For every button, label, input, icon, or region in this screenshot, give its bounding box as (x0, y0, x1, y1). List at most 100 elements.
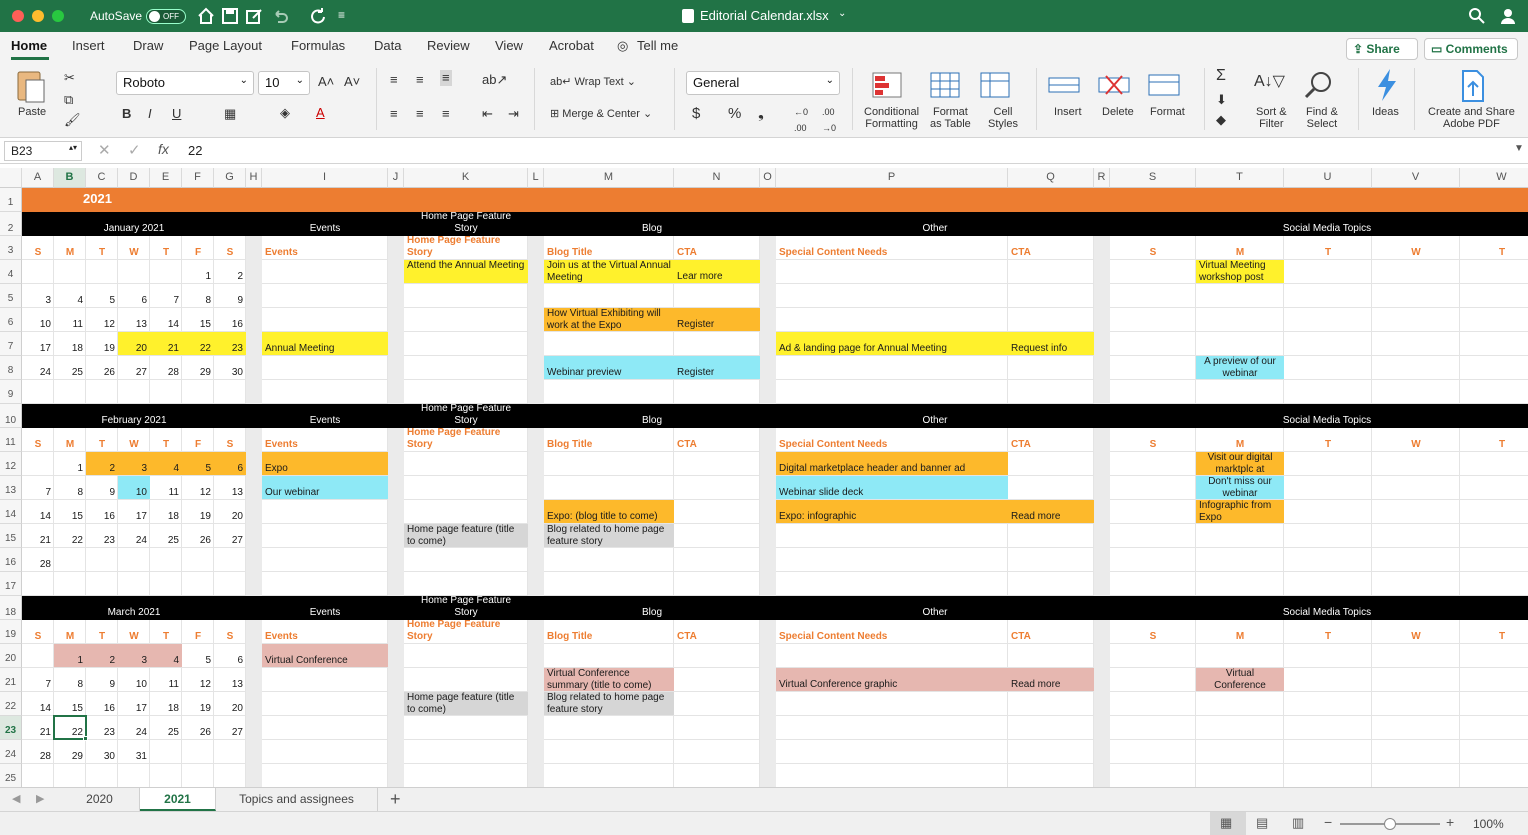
column-header[interactable]: E (150, 168, 182, 188)
calendar-day[interactable]: 26 (182, 727, 214, 739)
bold-icon[interactable]: B (122, 106, 131, 122)
conditional-formatting-icon[interactable] (872, 72, 902, 98)
calendar-day[interactable]: 2 (86, 463, 118, 475)
delete-cells-icon[interactable] (1098, 72, 1130, 98)
minimize-window-button[interactable] (32, 10, 44, 22)
calendar-day[interactable]: 9 (86, 679, 118, 691)
calendar-day[interactable]: 15 (182, 319, 214, 331)
weekday-label[interactable]: T (86, 247, 118, 259)
decrease-font-icon[interactable]: A˅ (344, 74, 360, 90)
share-button[interactable]: ⇪ Share (1346, 38, 1418, 60)
calendar-day[interactable]: 3 (118, 655, 150, 667)
calendar-day[interactable]: 4 (150, 655, 182, 667)
calendar-day[interactable]: 27 (118, 367, 150, 379)
page-break-view-icon[interactable]: ▥ (1292, 815, 1304, 831)
cell-styles-icon[interactable] (980, 72, 1010, 98)
italic-icon[interactable]: I (148, 106, 152, 122)
insert-function-icon[interactable]: fx (158, 141, 169, 157)
wrap-text-button[interactable]: ab↵ Wrap Text ⌄ (550, 74, 636, 90)
tab-data[interactable]: Data (374, 38, 401, 53)
tab-page-layout[interactable]: Page Layout (189, 38, 262, 53)
column-header[interactable]: F (182, 168, 214, 188)
page-layout-view-icon[interactable]: ▤ (1256, 815, 1268, 831)
sheet-tab-2020[interactable]: 2020 (60, 788, 140, 811)
fill-color-icon[interactable]: ◈ (280, 105, 290, 121)
edit-icon[interactable] (244, 6, 264, 26)
calendar-day[interactable]: 4 (150, 463, 182, 475)
calendar-day[interactable]: 29 (54, 751, 86, 763)
calendar-day[interactable]: 13 (118, 319, 150, 331)
other-header[interactable]: Other (776, 223, 1094, 235)
tab-home[interactable]: Home (11, 38, 47, 53)
align-top-icon[interactable]: ≡ (390, 72, 398, 88)
row-header[interactable]: 19 (0, 620, 22, 644)
undo-icon[interactable] (270, 6, 290, 26)
normal-view-icon[interactable]: ▦ (1220, 815, 1232, 831)
weekday-label[interactable]: S (214, 439, 246, 451)
special-content-subheader[interactable]: Special Content Needs (776, 439, 1008, 451)
row-header[interactable]: 12 (0, 452, 22, 476)
font-color-icon[interactable]: A (316, 105, 325, 121)
calendar-day[interactable]: 7 (22, 679, 54, 691)
calendar-day[interactable]: 9 (86, 487, 118, 499)
cta-subheader[interactable]: CTA (1008, 631, 1094, 643)
name-box[interactable]: B23 ▴▾ (4, 141, 82, 161)
add-sheet-icon[interactable]: + (390, 789, 401, 810)
home-page-story[interactable]: Attend the Annual Meeting (404, 260, 528, 272)
calendar-day[interactable]: 2 (214, 271, 246, 283)
home-page-story[interactable]: Home page feature (title to come) (404, 524, 528, 548)
column-header[interactable]: S (1110, 168, 1196, 188)
row-header[interactable]: 11 (0, 428, 22, 452)
calendar-day[interactable]: 8 (182, 295, 214, 307)
calendar-day[interactable]: 1 (54, 655, 86, 667)
borders-icon[interactable]: ▦ (224, 106, 236, 122)
blog-title[interactable]: Blog related to home page feature story (544, 692, 674, 716)
calendar-day[interactable]: 10 (118, 487, 150, 499)
row-header[interactable]: 13 (0, 476, 22, 500)
month-title[interactable]: March 2021 (22, 607, 246, 619)
blog-title-subheader[interactable]: Blog Title (544, 439, 674, 451)
calendar-day[interactable]: 30 (86, 751, 118, 763)
calendar-day[interactable]: 23 (86, 535, 118, 547)
calendar-day[interactable]: 25 (54, 367, 86, 379)
calendar-day[interactable]: 14 (150, 319, 182, 331)
weekday-label[interactable]: F (182, 631, 214, 643)
special-content[interactable]: Webinar slide deck (776, 487, 1008, 499)
calendar-day[interactable]: 19 (182, 511, 214, 523)
weekday-label[interactable]: M (54, 439, 86, 451)
weekday-label[interactable]: M (54, 247, 86, 259)
column-header[interactable]: M (544, 168, 674, 188)
month-title[interactable]: February 2021 (22, 415, 246, 427)
calendar-day[interactable]: 11 (54, 319, 86, 331)
cta[interactable]: Lear more (674, 271, 760, 283)
social-topic[interactable]: Virtual Conference (1196, 668, 1284, 692)
weekday-label[interactable]: F (182, 439, 214, 451)
row-header[interactable]: 24 (0, 740, 22, 764)
calendar-day[interactable]: 5 (182, 655, 214, 667)
calendar-day[interactable]: 28 (22, 751, 54, 763)
align-left-icon[interactable]: ≡ (390, 106, 398, 122)
blog-title[interactable]: Join us at the Virtual Annual Meeting (544, 260, 674, 284)
weekday-label[interactable]: T (150, 439, 182, 451)
special-content[interactable]: Ad & landing page for Annual Meeting (776, 343, 1008, 355)
calendar-day[interactable]: 27 (214, 535, 246, 547)
row-header[interactable]: 16 (0, 548, 22, 572)
cta-subheader[interactable]: CTA (674, 631, 760, 643)
weekday-label[interactable]: W (118, 631, 150, 643)
row-header[interactable]: 8 (0, 356, 22, 380)
calendar-day[interactable]: 25 (150, 535, 182, 547)
calendar-day[interactable]: 13 (214, 487, 246, 499)
social-topic[interactable]: A preview of our webinar (1196, 356, 1284, 380)
customize-toolbar-icon[interactable]: ≡ (338, 8, 345, 22)
calendar-day[interactable]: 26 (182, 535, 214, 547)
calendar-day[interactable]: 1 (54, 463, 86, 475)
orientation-icon[interactable]: ab↗ (482, 72, 507, 88)
close-window-button[interactable] (12, 10, 24, 22)
row-header[interactable]: 21 (0, 668, 22, 692)
event[interactable]: Our webinar (262, 487, 388, 499)
calendar-day[interactable]: 13 (214, 679, 246, 691)
autosum-icon[interactable]: Σ (1216, 68, 1226, 84)
zoom-in-icon[interactable]: + (1446, 814, 1454, 830)
column-header[interactable]: N (674, 168, 760, 188)
column-header[interactable]: U (1284, 168, 1372, 188)
